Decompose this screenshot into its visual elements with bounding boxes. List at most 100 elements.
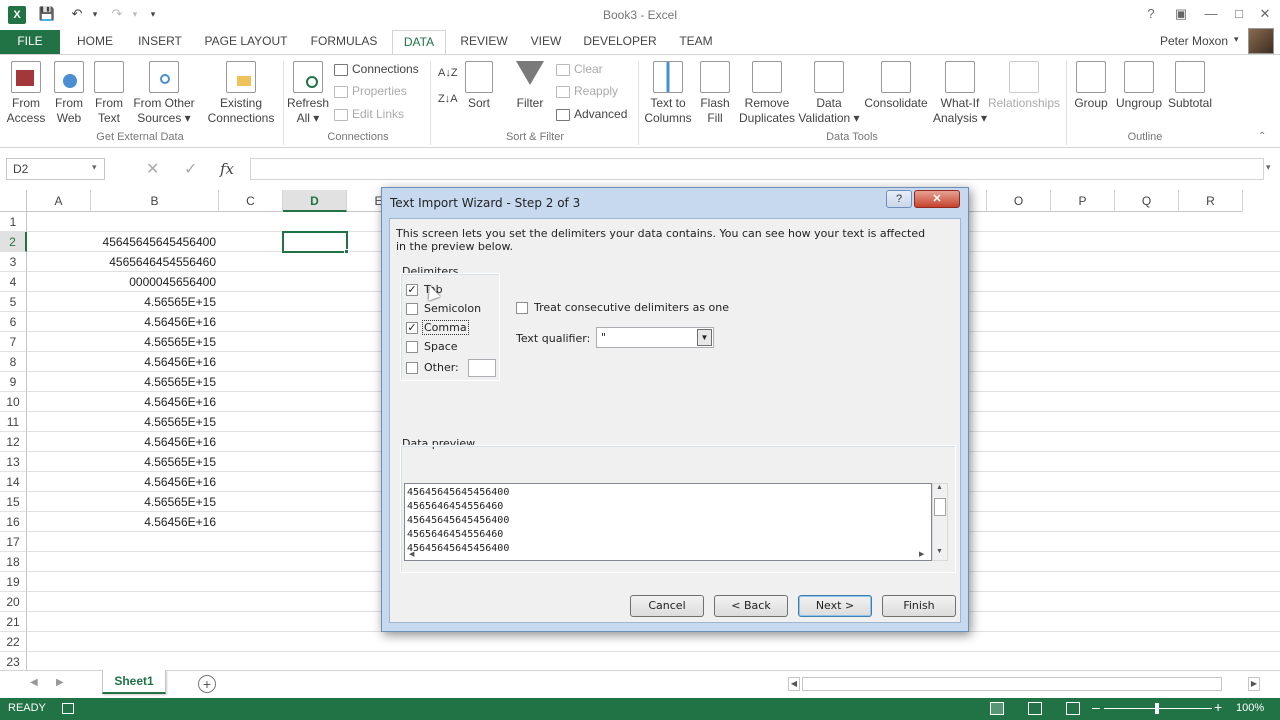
cell-b8[interactable]: 4.56456E+16 [91,352,219,372]
sheet-tab-sheet1[interactable]: Sheet1 [102,670,166,694]
column-header-o[interactable]: O [987,190,1051,212]
active-cell-d2[interactable] [282,231,348,253]
close-icon[interactable]: ✕ [1254,4,1276,24]
column-header-a[interactable]: A [27,190,91,212]
cell-b10[interactable]: 4.56456E+16 [91,392,219,412]
filter-button[interactable]: Filter [508,61,552,111]
row-header-16[interactable]: 16 [0,512,27,532]
chevron-down-icon[interactable]: ▼ [697,329,712,346]
horizontal-scrollbar[interactable] [802,677,1222,691]
new-sheet-icon[interactable]: + [198,675,216,693]
from-other-sources-button[interactable]: From Other Sources ▾ [130,61,198,126]
from-access-button[interactable]: From Access [4,61,48,126]
flash-fill-button[interactable]: Flash Fill [696,61,734,126]
cell-b6[interactable]: 4.56456E+16 [91,312,219,332]
tab-checkbox[interactable]: ✓ [406,284,418,296]
cell-b12[interactable]: 4.56456E+16 [91,432,219,452]
help-icon[interactable]: ? [1140,4,1162,24]
reapply-button[interactable]: Reapply [556,81,618,101]
dialog-help-button[interactable]: ? [886,190,912,208]
row-header-17[interactable]: 17 [0,532,27,552]
row-header-11[interactable]: 11 [0,412,27,432]
row-header-18[interactable]: 18 [0,552,27,572]
sort-button[interactable]: Sort [462,61,496,111]
dialog-close-button[interactable]: ✕ [914,190,960,208]
space-checkbox[interactable] [406,341,418,353]
cell-b15[interactable]: 4.56565E+15 [91,492,219,512]
finish-button[interactable]: Finish [882,595,956,617]
avatar[interactable] [1248,28,1274,54]
row-header-15[interactable]: 15 [0,492,27,512]
consolidate-button[interactable]: Consolidate [862,61,930,111]
cell-b9[interactable]: 4.56565E+15 [91,372,219,392]
comma-checkbox[interactable]: ✓ [406,322,418,334]
tab-developer[interactable]: DEVELOPER [580,30,660,54]
minimize-icon[interactable]: — [1200,4,1222,24]
back-button[interactable]: < Back [714,595,788,617]
text-qualifier-select[interactable]: " ▼ [596,327,714,348]
row-header-5[interactable]: 5 [0,292,27,312]
edit-links-button[interactable]: Edit Links [334,104,404,124]
cell-b5[interactable]: 4.56565E+15 [91,292,219,312]
column-header-q[interactable]: Q [1115,190,1179,212]
row-header-21[interactable]: 21 [0,612,27,632]
tab-insert[interactable]: INSERT [132,30,188,54]
select-all-corner[interactable] [0,190,27,212]
row-header-4[interactable]: 4 [0,272,27,292]
maximize-icon[interactable]: □ [1228,4,1250,24]
row-header-12[interactable]: 12 [0,432,27,452]
row-header-9[interactable]: 9 [0,372,27,392]
insert-function-icon[interactable]: fx [220,160,234,178]
sort-za-button[interactable]: Z↓A [438,89,458,109]
properties-button[interactable]: Properties [334,81,407,101]
tab-review[interactable]: REVIEW [454,30,514,54]
tab-file[interactable]: FILE [0,30,60,54]
row-header-7[interactable]: 7 [0,332,27,352]
user-dropdown-icon[interactable]: ▾ [1234,34,1239,45]
existing-connections-button[interactable]: Existing Connections [202,61,280,126]
preview-h-scroll-right-icon[interactable]: ▶ [919,550,924,558]
cancel-formula-icon[interactable]: ✕ [146,159,159,179]
preview-scroll-up-icon[interactable]: ▲ [936,484,943,491]
cell-b2[interactable]: 45645645645456400 [91,232,219,252]
row-header-6[interactable]: 6 [0,312,27,332]
row-header-1[interactable]: 1 [0,212,27,232]
row-header-3[interactable]: 3 [0,252,27,272]
tab-home[interactable]: HOME [68,30,122,54]
macro-record-icon[interactable] [62,703,74,714]
enter-formula-icon[interactable]: ✓ [184,159,197,179]
page-break-view-icon[interactable] [1066,702,1080,715]
cell-b4[interactable]: 0000045656400 [91,272,219,292]
tab-page-layout[interactable]: PAGE LAYOUT [198,30,294,54]
relationships-button[interactable]: Relationships [986,61,1062,111]
preview-h-scroll-left-icon[interactable]: ◀ [409,550,414,558]
cell-b7[interactable]: 4.56565E+15 [91,332,219,352]
row-header-14[interactable]: 14 [0,472,27,492]
column-header-b[interactable]: B [91,190,219,212]
connections-button[interactable]: Connections [334,59,419,79]
collapse-ribbon-icon[interactable]: ⌃ [1258,131,1266,142]
row-header-22[interactable]: 22 [0,632,27,652]
row-header-23[interactable]: 23 [0,652,27,672]
cancel-button[interactable]: Cancel [630,595,704,617]
column-header-c[interactable]: C [219,190,283,212]
user-name[interactable]: Peter Moxon [1160,34,1228,48]
normal-view-icon[interactable] [990,702,1004,715]
ungroup-button[interactable]: Ungroup [1114,61,1164,111]
zoom-level[interactable]: 100% [1236,702,1264,714]
name-box[interactable]: D2 [6,158,105,180]
column-header-d[interactable]: D [283,190,347,212]
from-web-button[interactable]: From Web [50,61,88,126]
preview-scroll-down-icon[interactable]: ▼ [936,548,943,555]
row-header-20[interactable]: 20 [0,592,27,612]
row-header-10[interactable]: 10 [0,392,27,412]
cell-b14[interactable]: 4.56456E+16 [91,472,219,492]
h-scroll-left-icon[interactable]: ◀ [788,677,800,691]
next-sheet-icon[interactable]: ▶ [56,677,64,688]
cell-b3[interactable]: 4565646454556460 [91,252,219,272]
preview-scroll-thumb[interactable] [934,498,946,516]
cell-b1[interactable] [91,212,219,232]
tab-data[interactable]: DATA [392,30,446,55]
semicolon-checkbox[interactable] [406,303,418,315]
cell-b11[interactable]: 4.56565E+15 [91,412,219,432]
